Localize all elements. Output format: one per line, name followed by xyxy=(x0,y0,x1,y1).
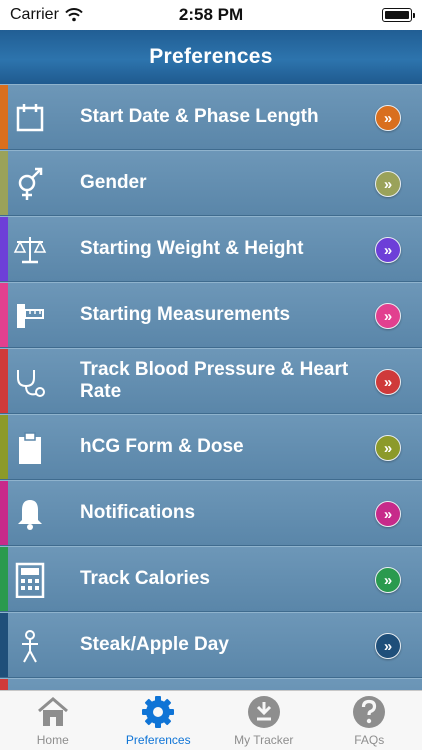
tab-label: Preferences xyxy=(125,733,191,747)
chevron-right-icon[interactable]: » xyxy=(375,303,401,329)
tracker-icon xyxy=(247,696,280,728)
question-icon xyxy=(353,696,386,728)
tab-my-tracker[interactable]: My Tracker xyxy=(211,691,317,750)
measuring-tape-icon xyxy=(17,304,44,328)
chevron-right-icon[interactable]: » xyxy=(375,369,401,395)
row-label: Track Calories xyxy=(80,568,210,589)
bell-icon xyxy=(18,500,42,530)
stethoscope-icon xyxy=(17,370,45,397)
calendar-icon xyxy=(16,104,44,132)
calculator-icon xyxy=(15,562,45,598)
gear-icon xyxy=(142,696,175,728)
clipboard-icon xyxy=(19,432,41,464)
row-color-stripe xyxy=(0,85,8,149)
row-steak-apple-day[interactable]: Steak/Apple Day » xyxy=(0,612,422,678)
preferences-list: Start Date & Phase Length » Gender » Sta… xyxy=(0,84,422,690)
person-icon xyxy=(22,630,38,663)
chevron-right-icon[interactable]: » xyxy=(375,567,401,593)
row-label: hCG Form & Dose xyxy=(80,436,244,457)
row-color-stripe xyxy=(0,151,8,215)
carrier-label: Carrier xyxy=(10,6,59,23)
row-color-stripe xyxy=(0,613,8,677)
gender-icon xyxy=(18,167,43,200)
row-calories[interactable]: Track Calories » xyxy=(0,546,422,612)
row-gender[interactable]: Gender » xyxy=(0,150,422,216)
row-label: Notifications xyxy=(80,502,196,523)
tab-faqs[interactable]: FAQs xyxy=(317,691,422,750)
tab-label: My Tracker xyxy=(234,733,294,747)
tab-label: Home xyxy=(36,733,69,747)
row-color-stripe xyxy=(0,679,8,690)
chevron-right-icon[interactable]: » xyxy=(375,435,401,461)
row-color-stripe xyxy=(0,217,8,281)
scale-icon xyxy=(13,237,47,264)
home-icon xyxy=(37,697,68,726)
row-color-stripe xyxy=(0,481,8,545)
tab-label: FAQs xyxy=(354,733,385,747)
row-label: Starting Measurements xyxy=(80,304,291,325)
chevron-right-icon[interactable]: » xyxy=(375,105,401,131)
chevron-right-icon[interactable]: » xyxy=(375,633,401,659)
chevron-right-icon[interactable]: » xyxy=(375,501,401,527)
chevron-right-icon[interactable]: » xyxy=(375,237,401,263)
row-label: Starting Weight & Height xyxy=(80,238,304,259)
tab-bar: Home Preferences My Tracker FAQs xyxy=(0,690,422,750)
wifi-icon xyxy=(65,8,83,22)
tab-preferences[interactable]: Preferences xyxy=(106,691,212,750)
chevron-right-icon[interactable]: » xyxy=(375,171,401,197)
page-title: Preferences xyxy=(149,45,273,68)
row-notifications[interactable]: Notifications » xyxy=(0,480,422,546)
row-label: Steak/Apple Day xyxy=(80,634,229,655)
tab-home[interactable]: Home xyxy=(0,691,106,750)
battery-icon xyxy=(382,8,415,22)
row-measurements[interactable]: Starting Measurements » xyxy=(0,282,422,348)
row-label: Track Blood Pressure & Heart Rate xyxy=(80,359,349,402)
status-left: Carrier xyxy=(10,6,83,24)
row-partial xyxy=(0,678,422,690)
row-blood-pressure[interactable]: Track Blood Pressure & Heart Rate » xyxy=(0,348,422,414)
row-color-stripe xyxy=(0,283,8,347)
status-bar: Carrier 2:58 PM xyxy=(0,0,422,30)
navigation-bar: Preferences xyxy=(0,30,422,84)
row-start-date[interactable]: Start Date & Phase Length » xyxy=(0,84,422,150)
row-color-stripe xyxy=(0,349,8,413)
row-label: Gender xyxy=(80,172,147,193)
row-color-stripe xyxy=(0,547,8,611)
row-color-stripe xyxy=(0,415,8,479)
row-hcg-form[interactable]: hCG Form & Dose » xyxy=(0,414,422,480)
row-label: Start Date & Phase Length xyxy=(80,106,319,127)
row-weight-height[interactable]: Starting Weight & Height » xyxy=(0,216,422,282)
